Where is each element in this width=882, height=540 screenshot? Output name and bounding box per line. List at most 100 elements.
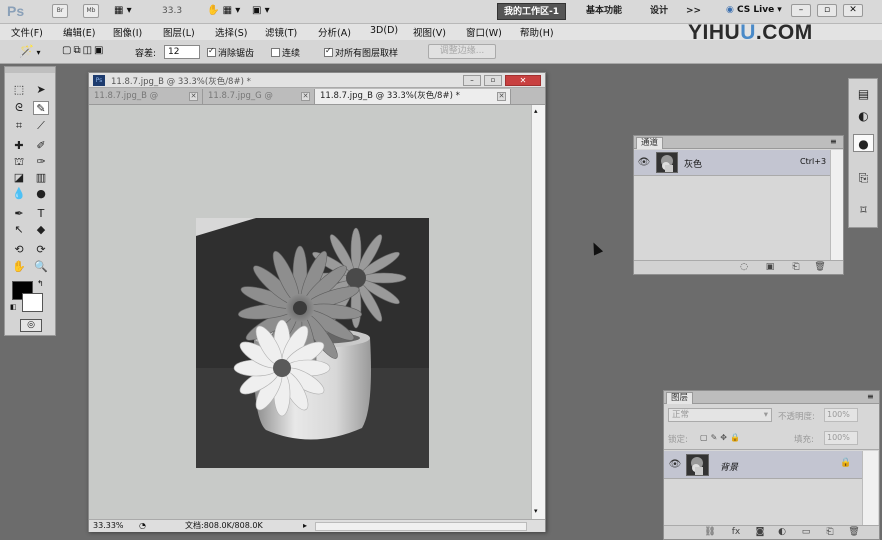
pen-icon[interactable]: ✒: [11, 207, 27, 221]
type-icon[interactable]: T: [33, 207, 49, 221]
background-color-swatch[interactable]: [22, 293, 43, 312]
healing-icon[interactable]: ✚: [11, 139, 27, 153]
path-select-icon[interactable]: ↖: [11, 223, 27, 237]
eraser-icon[interactable]: ◪: [11, 171, 27, 185]
zoom-icon[interactable]: 🔍: [33, 260, 49, 274]
lasso-icon[interactable]: ᘓ: [11, 101, 27, 115]
contiguous-checkbox[interactable]: 连续: [271, 46, 300, 59]
new-layer-icon[interactable]: ⎗: [824, 527, 836, 537]
minibridge-button[interactable]: Mb: [83, 4, 99, 18]
view-extras-dropdown[interactable]: ▦ ▾: [114, 5, 144, 18]
zoom-percentage[interactable]: 33.33%: [93, 520, 124, 532]
doc-close-button[interactable]: ✕: [505, 75, 541, 86]
lock-transparent-icon[interactable]: ▢: [700, 433, 711, 442]
load-selection-icon[interactable]: ◌: [738, 262, 750, 272]
3d-orbit-icon[interactable]: ⟳: [33, 243, 49, 257]
bridge-button[interactable]: Br: [52, 4, 68, 18]
save-selection-icon[interactable]: ▣: [764, 262, 776, 272]
tab-close-icon[interactable]: ✕: [497, 92, 506, 101]
brush-icon[interactable]: ✐: [33, 139, 49, 153]
quick-select-icon[interactable]: ✎: [33, 101, 49, 115]
menu-filter[interactable]: 滤镜(T): [265, 25, 297, 39]
adjustment-layer-icon[interactable]: ◐: [776, 527, 788, 537]
fill-input[interactable]: 100%: [824, 431, 858, 445]
layer-mask-icon[interactable]: ◙: [754, 527, 766, 537]
quick-mask-icon[interactable]: ◎: [20, 319, 42, 332]
menu-select[interactable]: 选择(S): [215, 25, 247, 39]
sample-all-layers-checkbox[interactable]: 对所有图层取样: [324, 46, 398, 59]
3d-rotate-icon[interactable]: ⟲: [11, 243, 27, 257]
channel-row-gray[interactable]: 👁 灰色 Ctrl+3: [634, 150, 830, 176]
tab-close-icon[interactable]: ✕: [301, 92, 310, 101]
menu-view[interactable]: 视图(V): [413, 25, 446, 39]
layers-scrollbar[interactable]: [862, 451, 878, 525]
eye-icon[interactable]: 👁: [667, 455, 683, 475]
menu-image[interactable]: 图像(I): [113, 25, 142, 39]
channels-tab[interactable]: 通道: [636, 137, 664, 149]
layer-row-background[interactable]: 👁 背景 🔒: [664, 451, 862, 479]
doc-minimize-button[interactable]: –: [463, 75, 481, 86]
stamp-icon[interactable]: ⛫: [11, 155, 27, 169]
paths-icon[interactable]: ⎘: [853, 169, 874, 187]
blur-icon[interactable]: 💧: [11, 187, 27, 201]
tab-doc-g[interactable]: 11.8.7.jpg_G @ ✕: [203, 89, 315, 104]
move-icon[interactable]: ➤: [33, 83, 49, 97]
scroll-up-icon[interactable]: ▴: [534, 107, 538, 115]
channels-panel-icon[interactable]: ●: [853, 134, 874, 152]
menu-3d[interactable]: 3D(D): [370, 25, 398, 36]
restore-button[interactable]: ▫: [817, 4, 837, 17]
blend-mode-select[interactable]: 正常 ▾: [668, 408, 772, 422]
zoom-level-field[interactable]: 33.3: [162, 6, 182, 16]
minimize-button[interactable]: –: [791, 4, 811, 17]
arrange-documents-dropdown[interactable]: ✋ ▦ ▾: [207, 5, 240, 16]
more-workspaces-button[interactable]: >>: [680, 3, 707, 20]
channels-panel-header[interactable]: 通道 ≡: [634, 136, 843, 149]
panel-menu-icon[interactable]: ≡: [830, 137, 837, 146]
workspace-design[interactable]: 设计: [644, 3, 674, 20]
transform-icon[interactable]: ⌑: [853, 201, 874, 219]
tab-doc-b-active[interactable]: 11.8.7.jpg_B @ 33.3%(灰色/8#) * ✕: [315, 89, 511, 104]
selection-mode-buttons[interactable]: ▢⧉◫▣: [62, 45, 106, 56]
layers-panel-header[interactable]: 图层 ≡: [664, 391, 879, 404]
layer-style-icon[interactable]: fx: [730, 527, 742, 537]
histogram-icon[interactable]: ▤: [853, 85, 874, 103]
layer-name[interactable]: 背景: [720, 460, 738, 473]
lock-all-icon[interactable]: 🔒: [730, 433, 743, 442]
layers-tab[interactable]: 图层: [666, 392, 694, 404]
eye-icon[interactable]: 👁: [636, 153, 652, 173]
toolbox-grip[interactable]: [5, 67, 55, 73]
cs-live-button[interactable]: ◉ CS Live ▾: [726, 5, 782, 15]
doc-maximize-button[interactable]: ▫: [484, 75, 502, 86]
refine-edge-button[interactable]: 调整边缘...: [428, 44, 496, 59]
lock-position-icon[interactable]: ✥: [720, 433, 730, 442]
menu-window[interactable]: 窗口(W): [466, 25, 502, 39]
lock-image-icon[interactable]: ✎: [711, 433, 721, 442]
menu-file[interactable]: 文件(F): [11, 25, 43, 39]
shape-icon[interactable]: ◆: [33, 223, 49, 237]
history-brush-icon[interactable]: ✑: [33, 155, 49, 169]
crop-icon[interactable]: ⌗: [11, 119, 27, 133]
canvas-area[interactable]: [89, 105, 531, 519]
dodge-icon[interactable]: ●: [33, 187, 49, 201]
new-channel-icon[interactable]: ⎗: [790, 262, 802, 272]
tolerance-input[interactable]: 12: [164, 45, 200, 59]
status-menu-icon[interactable]: ▸: [303, 520, 307, 532]
delete-layer-icon[interactable]: 🗑: [848, 527, 860, 537]
gradient-icon[interactable]: ▥: [33, 171, 49, 185]
menu-layer[interactable]: 图层(L): [163, 25, 195, 39]
default-colors-icon[interactable]: ◧: [10, 303, 17, 311]
tab-doc-b-1[interactable]: 11.8.7.jpg_B @ ✕: [89, 89, 203, 104]
hand-tool-icon[interactable]: ✋: [11, 260, 27, 274]
document-titlebar[interactable]: Ps 11.8.7.jpg_B @ 33.3%(灰色/8#) * – ▫ ✕: [89, 73, 545, 88]
swap-colors-icon[interactable]: ↰: [37, 279, 44, 288]
close-button[interactable]: ✕: [843, 4, 863, 17]
flower-vase-photo[interactable]: [196, 218, 429, 468]
scroll-down-icon[interactable]: ▾: [534, 507, 538, 515]
menu-edit[interactable]: 编辑(E): [63, 25, 95, 39]
panel-menu-icon[interactable]: ≡: [867, 392, 874, 401]
delete-channel-icon[interactable]: 🗑: [814, 262, 826, 272]
marquee-icon[interactable]: ⬚: [11, 83, 27, 97]
navigator-icon[interactable]: ◐: [853, 107, 874, 125]
channels-scrollbar[interactable]: [830, 150, 843, 260]
tab-close-icon[interactable]: ✕: [189, 92, 198, 101]
